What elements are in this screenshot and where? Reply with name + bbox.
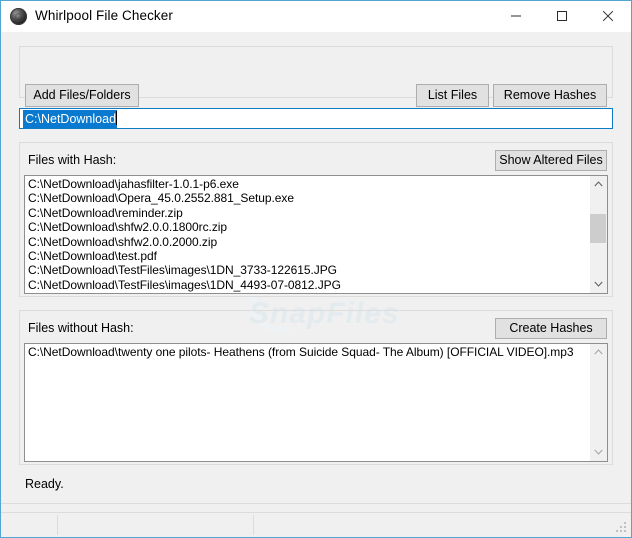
chevron-down-icon — [594, 281, 603, 287]
list-files-button[interactable]: List Files — [416, 84, 489, 107]
scroll-up-button[interactable] — [590, 344, 606, 361]
minimize-icon — [510, 10, 522, 22]
window-title: Whirlpool File Checker — [35, 8, 173, 23]
list-item[interactable]: C:\NetDownload\reminder.zip — [28, 206, 590, 220]
close-icon — [602, 10, 614, 22]
create-hashes-button[interactable]: Create Hashes — [495, 318, 607, 339]
path-input-value: C:\NetDownload — [23, 110, 117, 129]
show-altered-files-button[interactable]: Show Altered Files — [495, 150, 607, 171]
files-with-hash-label: Files with Hash: — [28, 153, 116, 167]
scrollbar-thumb[interactable] — [590, 214, 606, 243]
files-without-hash-listbox[interactable]: C:\NetDownload\twenty one pilots- Heathe… — [24, 343, 608, 462]
files-with-hash-listbox[interactable]: C:\NetDownload\jahasfilter-1.0.1-p6.exe … — [24, 175, 608, 294]
statusbar-divider — [57, 515, 58, 535]
title-bar: Whirlpool File Checker — [1, 1, 631, 33]
files-without-hash-list: C:\NetDownload\twenty one pilots- Heathe… — [25, 344, 590, 461]
add-files-folders-button[interactable]: Add Files/Folders — [25, 84, 139, 107]
files-with-hash-list: C:\NetDownload\jahasfilter-1.0.1-p6.exe … — [25, 176, 590, 293]
resize-grip-icon[interactable] — [616, 522, 628, 534]
chevron-down-icon — [594, 449, 603, 455]
list-item[interactable]: C:\NetDownload\TestFiles\images\1DN_4493… — [28, 278, 590, 292]
files-with-hash-scrollbar[interactable] — [589, 176, 607, 293]
chevron-up-icon — [594, 181, 603, 187]
list-item[interactable]: C:\NetDownload\shfw2.0.0.1800rc.zip — [28, 220, 590, 234]
statusbar-divider — [253, 515, 254, 535]
list-item[interactable]: C:\NetDownload\jahasfilter-1.0.1-p6.exe — [28, 177, 590, 191]
list-item[interactable]: C:\NetDownload\Opera_45.0.2552.881_Setup… — [28, 191, 590, 205]
whirlpool-disc-icon — [10, 8, 27, 25]
client-area: SnapFiles Add Files/Folders List Files R… — [1, 32, 631, 537]
app-window: Whirlpool File Checker SnapFiles Add — [0, 0, 632, 538]
path-input[interactable]: C:\NetDownload — [19, 108, 613, 129]
status-bar — [1, 512, 631, 537]
list-item[interactable]: C:\NetDownload\shfw2.0.0.2000.zip — [28, 235, 590, 249]
remove-hashes-button[interactable]: Remove Hashes — [493, 84, 607, 107]
scroll-down-button[interactable] — [590, 276, 606, 293]
close-button[interactable] — [585, 1, 631, 31]
scroll-down-button[interactable] — [590, 444, 606, 461]
list-item[interactable]: C:\NetDownload\test.pdf — [28, 249, 590, 263]
maximize-button[interactable] — [539, 1, 585, 31]
chevron-up-icon — [594, 349, 603, 355]
scroll-up-button[interactable] — [590, 176, 606, 193]
maximize-icon — [556, 10, 568, 22]
text-caret — [116, 111, 117, 125]
footer-divider — [1, 503, 631, 504]
list-item[interactable]: C:\NetDownload\TestFiles\images\1DN_4814… — [28, 292, 590, 293]
files-without-hash-scrollbar[interactable] — [589, 344, 607, 461]
files-without-hash-label: Files without Hash: — [28, 321, 134, 335]
status-message: Ready. — [25, 477, 64, 491]
list-item[interactable]: C:\NetDownload\twenty one pilots- Heathe… — [28, 345, 590, 359]
minimize-button[interactable] — [493, 1, 539, 31]
list-item[interactable]: C:\NetDownload\TestFiles\images\1DN_3733… — [28, 263, 590, 277]
